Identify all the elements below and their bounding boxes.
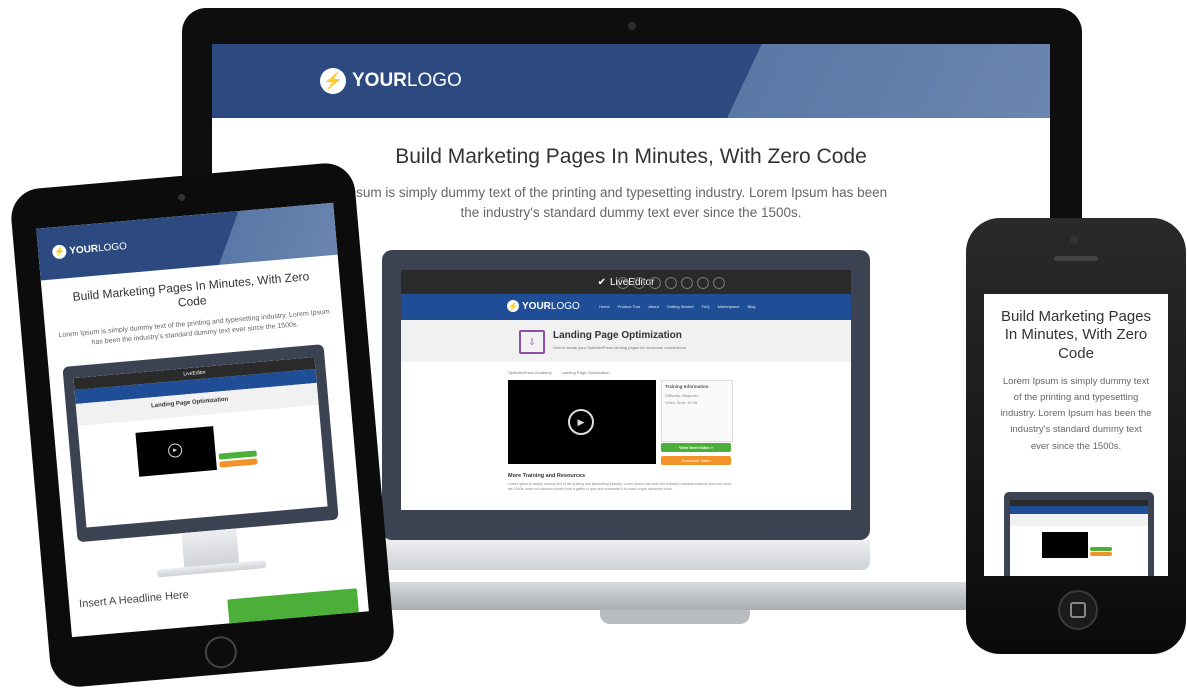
- phone-monitor-screen: [1010, 500, 1148, 576]
- phone-download-button[interactable]: [1090, 552, 1112, 556]
- tablet-monitor-screen: LiveEditor Landing Page Optimization ▶: [73, 356, 328, 528]
- toolbar-icon[interactable]: [697, 277, 709, 289]
- logo-light-text: LOGO: [406, 70, 462, 91]
- toolbar-icon[interactable]: [681, 277, 693, 289]
- home-square-icon: [1070, 602, 1086, 618]
- phone-mockup-nav: [1010, 506, 1148, 514]
- section-title: More Training and Resources: [508, 473, 586, 479]
- phone-frame: Build Marketing Pages In Minutes, With Z…: [966, 218, 1186, 654]
- logo-strong-text: YOUR: [522, 300, 551, 312]
- logo-light-text: LOGO: [97, 240, 128, 254]
- phone-video-player[interactable]: [1042, 532, 1088, 558]
- download-icon: ⇩: [519, 330, 545, 354]
- breadcrumb-item[interactable]: OptimizePress Academy: [508, 370, 552, 375]
- logo-strong-text: YOUR: [68, 242, 99, 257]
- phone-speaker: [1054, 256, 1098, 261]
- toolbar-icon[interactable]: [649, 277, 661, 289]
- lightning-icon: ⚡: [320, 68, 346, 94]
- site-header: ⚡ YOUR LOGO: [212, 44, 1050, 118]
- phone-hero-subtitle: Lorem Ipsum is simply dummy text of the …: [1000, 376, 1152, 452]
- logo-strong-text: YOUR: [352, 70, 407, 91]
- editor-toolbar-icons: [617, 277, 725, 289]
- tablet-video-player[interactable]: ▶: [135, 426, 217, 477]
- nav-item[interactable]: About: [648, 304, 658, 309]
- toolbar-icon[interactable]: [617, 277, 629, 289]
- tablet-page-title: Landing Page Optimization: [150, 396, 229, 410]
- monitor-stand: [382, 540, 870, 570]
- site-logo[interactable]: ⚡ YOUR LOGO: [320, 68, 462, 94]
- phone-home-button[interactable]: [1058, 590, 1098, 630]
- info-video-time: Video Time: 10:26: [665, 400, 698, 405]
- nav-item[interactable]: FAQ: [702, 304, 710, 309]
- logo-light-text: LOGO: [550, 300, 580, 312]
- tablet-camera: [177, 193, 186, 202]
- training-info-box: Training Information Difficulty: Beginne…: [661, 380, 733, 442]
- nav-item[interactable]: Product Tour: [618, 304, 641, 309]
- page-title: Landing Page Optimization: [553, 330, 682, 341]
- tablet-headline: Insert A Headline Here: [78, 588, 190, 611]
- tablet-frame: ⚡ YOUR LOGO Build Marketing Pages In Minu…: [8, 160, 397, 689]
- mockup-nav: ⚡ YOUR LOGO Home Product Tour About Getti…: [401, 294, 851, 320]
- laptop-camera: [628, 22, 636, 30]
- mockup-nav-items: Home Product Tour About Getting Started …: [599, 304, 755, 309]
- live-editor-brand: LiveEditor: [183, 369, 206, 378]
- live-editor-bar: ✔ LiveEditor: [401, 270, 851, 294]
- laptop-base: [368, 582, 980, 610]
- phone-next-button[interactable]: [1090, 547, 1112, 551]
- tablet-screen: ⚡ YOUR LOGO Build Marketing Pages In Minu…: [36, 202, 369, 638]
- monitor-screen: ✔ LiveEditor ⚡ YOUR LOGO Home Product Tou…: [401, 270, 851, 510]
- phone-monitor-mockup: [1004, 492, 1154, 576]
- phone-screen: Build Marketing Pages In Minutes, With Z…: [984, 294, 1168, 576]
- tablet-logo[interactable]: ⚡ YOUR LOGO: [51, 239, 128, 260]
- toolbar-icon[interactable]: [633, 277, 645, 289]
- laptop-foot: [600, 610, 750, 624]
- breadcrumb-item[interactable]: Landing Page Optimization: [562, 370, 610, 375]
- play-icon[interactable]: ▶: [568, 409, 594, 435]
- phone-camera: [1070, 236, 1078, 244]
- monitor-mockup: ✔ LiveEditor ⚡ YOUR LOGO Home Product Tou…: [382, 250, 870, 540]
- phone-hero-title: Build Marketing Pages In Minutes, With Z…: [1000, 308, 1152, 362]
- live-editor-check-icon: ✔: [597, 276, 606, 288]
- tablet-cta-button[interactable]: [227, 588, 360, 626]
- info-title: Training Information: [665, 384, 709, 389]
- mockup-logo[interactable]: ⚡ YOUR LOGO: [507, 300, 580, 312]
- nav-item[interactable]: Home: [599, 304, 610, 309]
- tablet-monitor-mockup: LiveEditor Landing Page Optimization ▶: [62, 344, 339, 543]
- download-video-button[interactable]: Download Video: [661, 456, 731, 465]
- tablet-home-button[interactable]: [203, 634, 239, 670]
- nav-item[interactable]: Marketplace: [718, 304, 740, 309]
- nav-item[interactable]: Blog: [747, 304, 755, 309]
- toolbar-icon[interactable]: [665, 277, 677, 289]
- lightning-icon: ⚡: [507, 300, 519, 312]
- breadcrumb: OptimizePress Academy Landing Page Optim…: [508, 370, 610, 375]
- play-icon[interactable]: ▶: [167, 442, 183, 459]
- video-player[interactable]: ▶: [508, 380, 656, 464]
- phone-page-strip: [1010, 514, 1148, 526]
- tablet-site-header: ⚡ YOUR LOGO: [36, 202, 338, 281]
- toolbar-icon[interactable]: [713, 277, 725, 289]
- page-subtitle: How to tweak your OptimizePress landing …: [553, 345, 686, 350]
- nav-item[interactable]: Getting Started: [667, 304, 694, 309]
- info-difficulty: Difficulty: Beginner: [665, 393, 699, 398]
- body-text: Lorem Ipsum is simply dummy text of the …: [508, 482, 732, 491]
- next-video-button[interactable]: View Next Video »: [661, 443, 731, 452]
- page-title-strip: ⇩ Landing Page Optimization How to tweak…: [401, 320, 851, 362]
- tablet-download-button[interactable]: [219, 458, 258, 468]
- lightning-icon: ⚡: [51, 244, 67, 260]
